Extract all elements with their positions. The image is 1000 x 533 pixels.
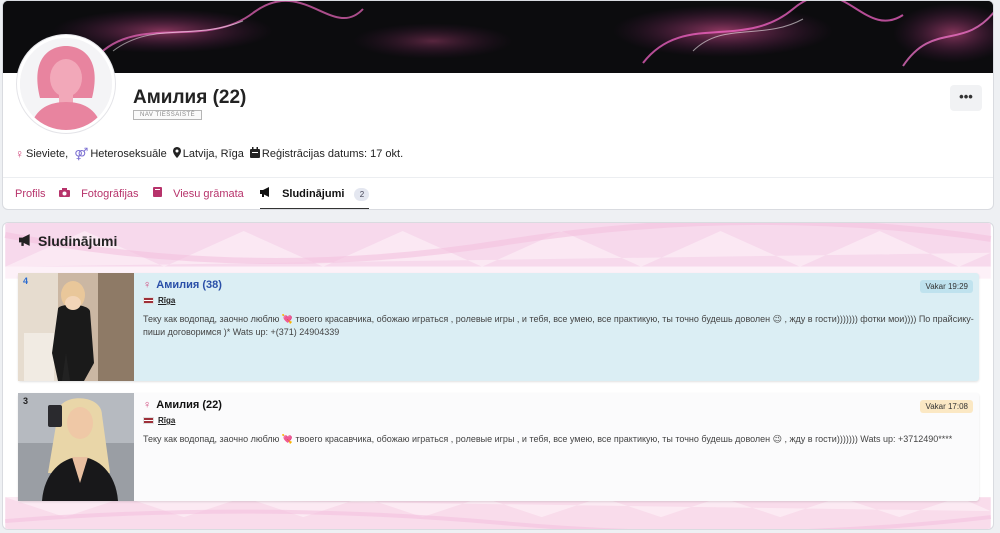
gender-info: ♀ Sieviete, xyxy=(15,147,68,161)
female-icon: ♀ xyxy=(15,147,24,161)
orientation-label: Heteroseksuāle xyxy=(90,148,167,160)
ad-city[interactable]: Rīga xyxy=(143,296,175,305)
ad-name-text: Амилия (22) xyxy=(156,399,222,411)
ads-panel: Sludinājumi 4 ♀ Амилия (38) Rīga Vakar 1… xyxy=(2,222,994,530)
ad-name-text: Амилия (38) xyxy=(156,279,222,291)
female-icon: ♀ xyxy=(143,399,152,411)
latvia-flag-icon xyxy=(143,297,154,304)
tab-ads[interactable]: Sludinājumi 2 xyxy=(260,178,370,209)
ad-rank: 4 xyxy=(23,276,29,286)
tab-label: Profils xyxy=(15,188,46,200)
ad-description: Теку как водопад, заочно люблю 💘 твоего … xyxy=(143,314,974,337)
map-pin-icon xyxy=(172,147,181,161)
location-info: Latvija, Rīga xyxy=(172,147,244,161)
gender-label: Sieviete, xyxy=(26,148,69,160)
ad-rank: 3 xyxy=(23,396,29,406)
camera-icon xyxy=(59,178,70,209)
profile-meta: ♀ Sieviete, ⚤ Heteroseksuāle Latvija, Rī… xyxy=(15,147,409,161)
tab-label: Viesu grāmata xyxy=(173,188,244,200)
latvia-flag-icon xyxy=(143,417,154,424)
ad-card[interactable]: 4 ♀ Амилия (38) Rīga Vakar 19:29 Теку ка… xyxy=(18,273,979,381)
avatar[interactable] xyxy=(17,35,115,133)
registration-info: Reģistrācijas datums: 17 okt. xyxy=(249,147,404,161)
ad-card[interactable]: 3 ♀ Амилия (22) Rīga Vakar 17:08 Теку ка… xyxy=(18,393,979,501)
female-icon: ♀ xyxy=(143,279,152,291)
location-label: Latvija, Rīga xyxy=(182,148,244,160)
ad-description: Теку как водопад, заочно люблю 💘 твоего … xyxy=(143,434,953,444)
profile-tabs: Profils Fotogrāfijas Viesu grāmata Sludi… xyxy=(3,177,993,209)
cover-image xyxy=(3,1,993,73)
ad-timestamp: Vakar 19:29 xyxy=(920,280,973,293)
ads-section-title: Sludinājumi xyxy=(19,233,117,249)
ad-city[interactable]: Rīga xyxy=(143,416,175,425)
tab-profile[interactable]: Profils xyxy=(15,178,46,209)
megaphone-icon xyxy=(260,178,271,209)
book-icon xyxy=(153,178,162,209)
registration-label: Reģistrācijas datums: 17 okt. xyxy=(261,148,404,160)
profile-name: Амилия (22) xyxy=(133,87,247,108)
status-badge: NAV TIEŠSAISTĒ xyxy=(133,110,203,120)
more-options-button[interactable]: ••• xyxy=(950,85,982,111)
tab-guestbook[interactable]: Viesu grāmata xyxy=(153,178,244,209)
ad-photo[interactable]: 3 xyxy=(18,393,134,501)
ad-name-link[interactable]: ♀ Амилия (22) xyxy=(143,399,222,411)
ad-photo[interactable]: 4 xyxy=(18,273,134,381)
ad-city-text: Rīga xyxy=(158,296,176,305)
tab-label: Fotogrāfijas xyxy=(81,188,139,200)
tab-photos[interactable]: Fotogrāfijas xyxy=(59,178,139,209)
ad-name-link[interactable]: ♀ Амилия (38) xyxy=(143,279,222,291)
calendar-icon xyxy=(249,147,260,161)
tab-count-badge: 2 xyxy=(354,188,370,201)
profile-card: Амилия (22) NAV TIEŠSAISTĒ ••• ♀ Sieviet… xyxy=(2,0,994,210)
ad-city-text: Rīga xyxy=(158,416,176,425)
tab-label: Sludinājumi xyxy=(282,188,345,200)
megaphone-icon xyxy=(19,233,32,249)
ads-title-text: Sludinājumi xyxy=(38,233,118,249)
orientation-info: ⚤ Heteroseksuāle xyxy=(74,147,167,161)
ad-timestamp: Vakar 17:08 xyxy=(920,400,973,413)
hetero-icon: ⚤ xyxy=(74,147,89,161)
